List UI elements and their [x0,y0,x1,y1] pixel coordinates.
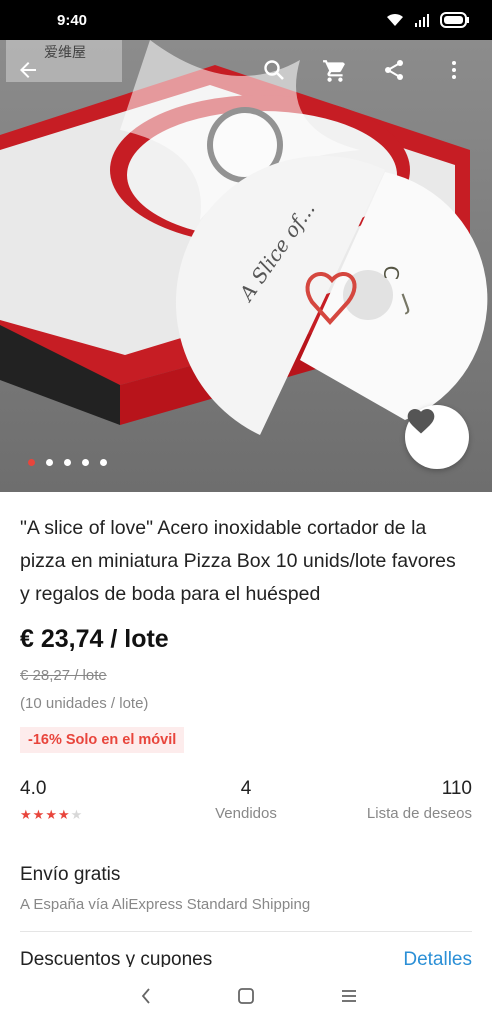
rating-value: 4.0 [20,778,47,799]
product-title: "A slice of love" Acero inoxidable corta… [20,517,456,605]
shipping-subtitle: A España vía AliExpress Standard Shippin… [20,896,311,913]
wifi-icon [386,13,404,32]
sold-block: 4 Vendidos [213,778,279,822]
shipping-title[interactable]: Envío gratis [20,864,120,886]
signal-icon [414,13,430,32]
wishlist-block: 110 Lista de deseos [367,778,472,822]
wishlist-label: Lista de deseos [366,805,472,822]
share-icon [385,60,403,80]
star-icon: ★ [45,807,57,822]
promo-badge: -16% Solo en el móvil [20,727,185,753]
gallery-dot-active[interactable] [28,459,35,466]
sold-label: Vendidos [215,805,277,822]
status-bar: 9:40 [0,0,492,40]
cart-button[interactable] [322,58,358,94]
system-home-button[interactable] [231,981,261,1011]
star-icon: ★ [32,807,45,822]
more-options-button[interactable] [442,58,478,94]
star-icon: ★ [70,807,83,822]
wishlist-button[interactable] [405,405,469,469]
search-icon [264,60,284,80]
rating-stars: ★ ★ ★ ★ ★ [20,808,82,821]
divider [20,931,472,932]
rating-block[interactable]: 4.0 ★ ★ ★ ★ ★ [20,778,82,821]
star-icon: ★ [57,807,70,822]
system-menu-button[interactable] [334,981,364,1011]
star-icon: ★ [20,807,32,822]
chevron-left-icon [141,988,150,1004]
product-stats: 4.0 ★ ★ ★ ★ ★ 4 Vendidos 110 Lista de de… [20,778,472,828]
product-units: (10 unidades / lote) [20,695,149,712]
discounts-title[interactable]: Descuentos y cupones [20,949,212,967]
more-vertical-icon [452,61,456,79]
system-navigation-bar [0,967,492,1024]
product-price: € 23,74 / lote [20,625,169,653]
system-back-button[interactable] [131,981,161,1011]
gallery-dot[interactable] [64,459,71,466]
product-old-price: € 28,27 / lote [20,667,107,684]
details-link[interactable]: Detalles [403,949,472,967]
battery-icon [440,12,470,33]
cart-icon [323,60,345,82]
back-button[interactable] [16,58,52,94]
home-square-icon [238,988,254,1004]
share-button[interactable] [382,58,418,94]
menu-lines-icon [342,990,356,1002]
sold-value: 4 [240,778,252,799]
product-image-gallery[interactable]: A Slice of... C J 爱维屋 [0,40,492,492]
status-time: 9:40 [57,12,88,29]
gallery-dot[interactable] [100,459,107,466]
wishlist-value: 110 [441,778,472,799]
heart-icon [407,409,435,434]
gallery-dot[interactable] [82,459,89,466]
gallery-dot[interactable] [46,459,53,466]
search-button[interactable] [262,58,298,94]
svg-text:C: C [379,265,404,281]
status-icons [386,12,470,33]
back-arrow-icon [20,62,36,78]
gallery-pagination [28,459,107,466]
